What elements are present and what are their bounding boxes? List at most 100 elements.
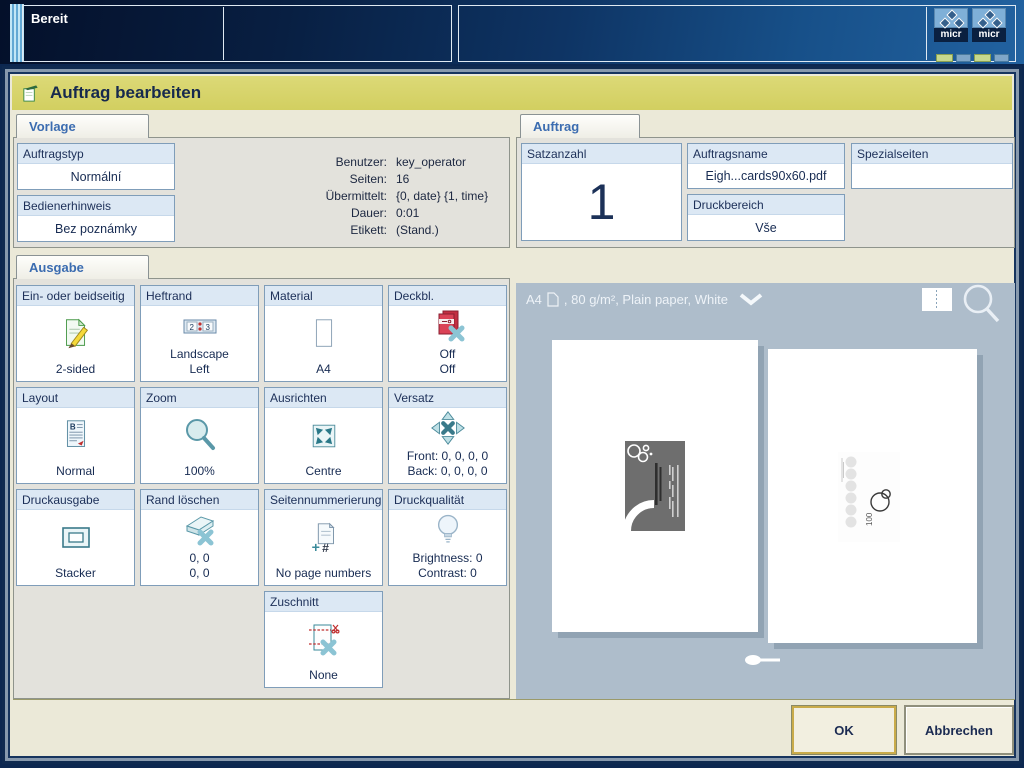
tile-label: Ausrichten <box>265 388 382 408</box>
top-status-bar: Bereit micr micr <box>0 0 1024 64</box>
info-label: Dauer: <box>235 205 387 222</box>
svg-text:3: 3 <box>205 323 210 332</box>
covers-off-icon <box>389 306 506 346</box>
heftrand-tile[interactable]: Heftrand 2 3 Landscape Left <box>140 285 259 382</box>
svg-text:+: + <box>311 540 319 556</box>
card-back-text: 100 <box>865 512 874 526</box>
special-pages-value <box>852 164 1012 188</box>
tile-value: 100% <box>141 463 258 483</box>
druckqualitaet-tile[interactable]: Druckqualität Brightness: 0 Contrast: 0 <box>388 489 507 586</box>
ok-button[interactable]: OK <box>791 705 897 755</box>
tile-label: Layout <box>17 388 134 408</box>
tile-value: No page numbers <box>265 565 382 585</box>
print-range-value: Vše <box>688 215 844 240</box>
media-size-label: A4 <box>526 292 542 307</box>
micr-tray-icon: micr <box>934 8 968 42</box>
section-divider <box>926 7 927 60</box>
erase-margin-icon <box>141 510 258 550</box>
tile-value: Centre <box>265 463 382 483</box>
deckblatt-tile[interactable]: Deckbl. Off Off <box>388 285 507 382</box>
tile-label: Druckbereich <box>688 195 844 215</box>
druckbereich-tile[interactable]: Druckbereich Vše <box>687 194 845 241</box>
info-label: Übermittelt: <box>235 188 387 205</box>
micr-icon-art <box>972 8 1006 28</box>
tile-value: Landscape Left <box>141 346 258 381</box>
tray-level-green-led <box>936 54 953 62</box>
card-front-art <box>625 441 685 531</box>
tile-value: Off Off <box>389 346 506 381</box>
info-value: 16 <box>396 171 409 188</box>
paper-sheet-icon <box>265 306 382 361</box>
layout-tile[interactable]: Layout B Normal <box>16 387 135 484</box>
tile-label: Zoom <box>141 388 258 408</box>
versatz-tile[interactable]: Versatz Front: 0, 0, 0, 0 Back: 0, 0, 0,… <box>388 387 507 484</box>
tile-value: Brightness: 0 Contrast: 0 <box>389 550 506 585</box>
dialog-title-bar: Auftrag bearbeiten <box>12 76 1012 110</box>
info-row: Benutzer: key_operator <box>235 154 505 171</box>
tile-label: Material <box>265 286 382 306</box>
micr-label: micr <box>972 28 1006 42</box>
tile-label: Seitennummerierung <box>265 490 382 510</box>
spezialseiten-tile[interactable]: Spezialseiten <box>851 143 1013 189</box>
zoom-tile[interactable]: Zoom 100% <box>140 387 259 484</box>
info-label: Seiten: <box>235 171 387 188</box>
tile-label: Spezialseiten <box>852 144 1012 164</box>
tab-ausgabe[interactable]: Ausgabe <box>16 255 149 279</box>
seitennummerierung-tile[interactable]: Seitennummerierung + # No page numbers <box>264 489 383 586</box>
dialog-title: Auftrag bearbeiten <box>50 83 201 103</box>
print-preview-pane: A4 , 80 g/m², Plain paper, White <box>516 283 1015 699</box>
tile-label: Versatz <box>389 388 506 408</box>
cancel-button-label: Abbrechen <box>925 723 993 738</box>
auftragsname-tile[interactable]: Auftragsname Eigh...cards90x60.pdf <box>687 143 845 189</box>
tile-label: Bedienerhinweis <box>18 196 174 216</box>
preview-page-front <box>552 340 758 632</box>
tile-value: Stacker <box>17 565 134 585</box>
info-row: Übermittelt: {0, date} {1, time} <box>235 188 505 205</box>
micr-label: micr <box>934 28 968 42</box>
auftragstyp-tile[interactable]: Auftragstyp Normální <box>17 143 175 190</box>
material-tile[interactable]: Material A4 <box>264 285 383 382</box>
job-info-block: Benutzer: key_operator Seiten: 16 Übermi… <box>235 154 505 239</box>
media-selector[interactable]: A4 , 80 g/m², Plain paper, White <box>526 292 763 307</box>
job-name-value: Eigh...cards90x60.pdf <box>688 164 844 188</box>
tile-label: Druckausgabe <box>17 490 134 510</box>
druckausgabe-tile[interactable]: Druckausgabe Stacker <box>16 489 135 586</box>
info-value: {0, date} {1, time} <box>396 188 488 205</box>
tile-label: Auftragsname <box>688 144 844 164</box>
rand-loeschen-tile[interactable]: Rand löschen 0, 0 0, 0 <box>140 489 259 586</box>
info-value: 0:01 <box>396 205 419 222</box>
bedienerhinweis-tile[interactable]: Bedienerhinweis Bez poznámky <box>17 195 175 242</box>
tile-label: Heftrand <box>141 286 258 306</box>
info-row: Dauer: 0:01 <box>235 205 505 222</box>
preview-magnifier-icon[interactable] <box>960 283 1002 327</box>
tile-label: Ein- oder beidseitig <box>17 286 134 306</box>
media-details-label: , 80 g/m², Plain paper, White <box>564 292 728 307</box>
tray-level-green-led <box>974 54 991 62</box>
tab-auftrag-label: Auftrag <box>533 119 579 134</box>
info-row: Seiten: 16 <box>235 171 505 188</box>
zuschnitt-tile[interactable]: Zuschnitt None <box>264 591 383 688</box>
status-section-frame <box>22 5 452 62</box>
binding-edge-icon: 2 3 <box>141 306 258 346</box>
card-back-art: 100 <box>838 452 900 542</box>
cancel-button[interactable]: Abbrechen <box>904 705 1014 755</box>
screen: Bereit micr micr <box>0 0 1024 768</box>
spread-view-icon[interactable] <box>922 288 952 311</box>
tray-level-blue-led <box>994 54 1009 62</box>
tile-label: Satzanzahl <box>522 144 681 164</box>
tile-label: Druckqualität <box>389 490 506 510</box>
svg-text:B: B <box>69 422 75 431</box>
tab-vorlage[interactable]: Vorlage <box>16 114 149 138</box>
duplex-tile[interactable]: Ein- oder beidseitig 2-sided <box>16 285 135 382</box>
tray-level-blue-led <box>956 54 971 62</box>
edit-job-icon <box>21 84 40 103</box>
info-label: Benutzer: <box>235 154 387 171</box>
printer-status-text: Bereit <box>31 11 68 26</box>
info-value: key_operator <box>396 154 466 171</box>
tile-value: None <box>265 667 382 687</box>
satzanzahl-tile[interactable]: Satzanzahl 1 <box>521 143 682 241</box>
ausrichten-tile[interactable]: Ausrichten Centre <box>264 387 383 484</box>
binding-mark-icon <box>744 654 784 666</box>
tab-auftrag[interactable]: Auftrag <box>520 114 640 138</box>
info-label: Etikett: <box>235 222 387 239</box>
